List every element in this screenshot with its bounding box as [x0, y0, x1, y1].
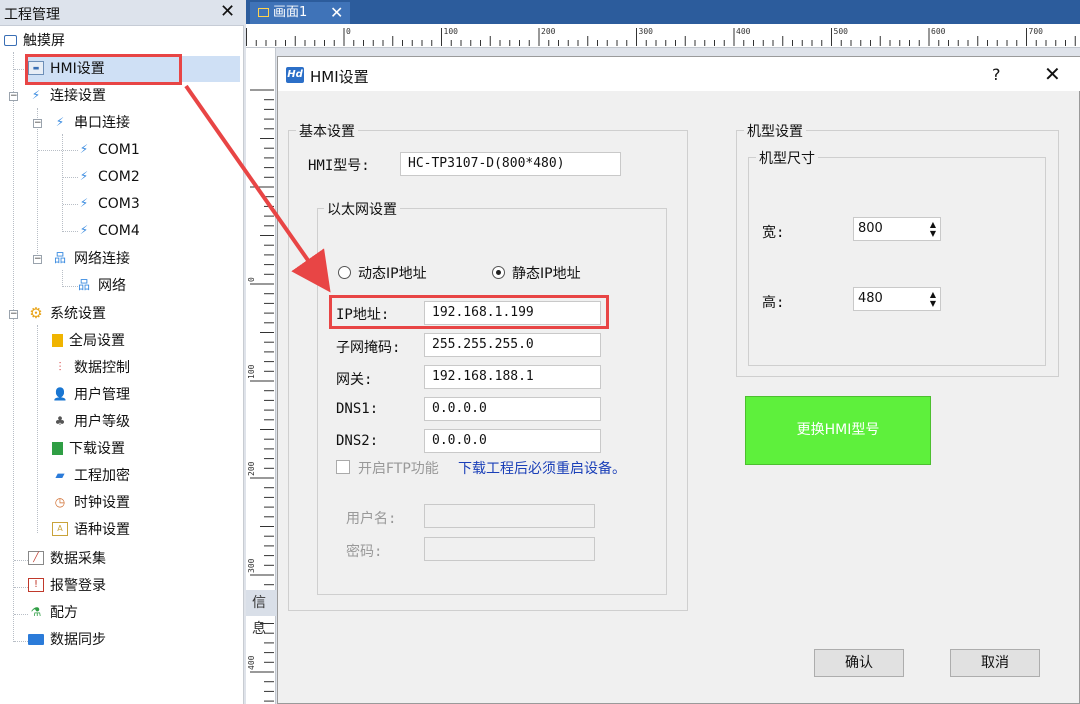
- annotation-arrow: [184, 84, 331, 293]
